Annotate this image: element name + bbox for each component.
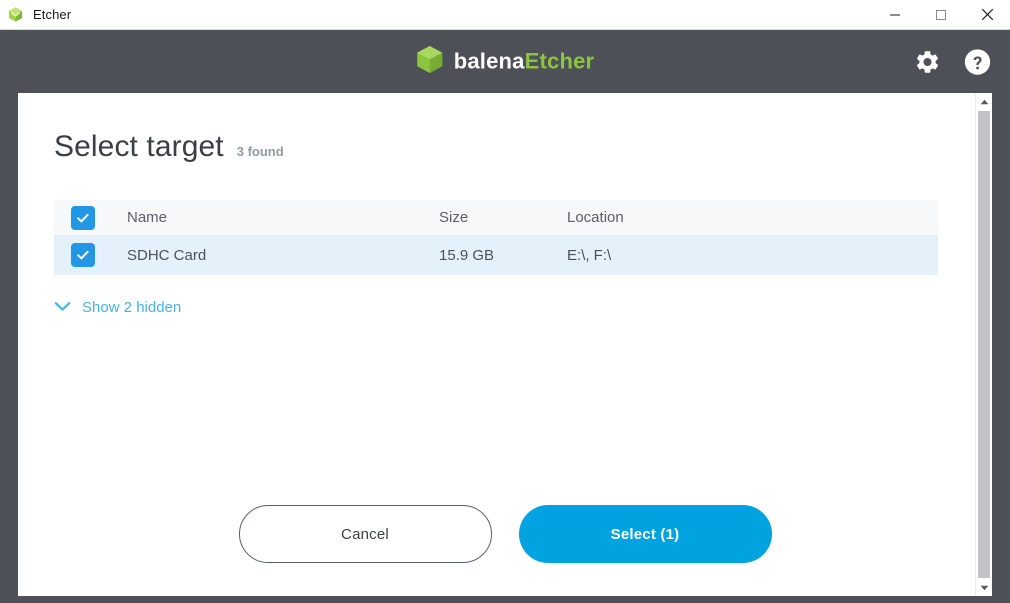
etcher-window: Etcher [0,0,1010,603]
row-location: E:\, F:\ [567,247,938,264]
brand-name-secondary: Etcher [525,49,595,74]
titlebar-left-group: Etcher [0,0,872,29]
minimize-button[interactable] [872,0,918,30]
window-titlebar: Etcher [0,0,1010,30]
check-icon [76,248,90,262]
settings-button[interactable] [914,48,941,75]
table-row[interactable]: SDHC Card 15.9 GB E:\, F:\ [54,235,938,275]
brand-text: balenaEtcher [454,51,595,73]
close-button[interactable] [964,0,1010,30]
etcher-cube-icon [7,6,24,23]
scrollbar-thumb[interactable] [978,111,990,578]
gear-icon [914,48,941,75]
row-size: 15.9 GB [439,247,567,264]
window-title: Etcher [33,7,71,22]
column-header-name: Name [127,209,439,226]
show-hidden-toggle[interactable]: Show 2 hidden [54,299,181,316]
close-icon [981,8,994,21]
show-hidden-label: Show 2 hidden [82,299,181,316]
page-title: Select target [54,130,224,164]
help-button[interactable] [963,47,992,76]
column-header-size: Size [439,209,567,226]
header-actions [914,47,992,76]
balena-cube-icon [416,44,444,79]
scrollbar-down-button[interactable] [976,579,992,596]
question-circle-icon [963,47,992,76]
cancel-button[interactable]: Cancel [239,505,492,563]
maximize-icon [935,9,947,21]
app-header: balenaEtcher [0,30,1010,93]
chevron-down-icon [54,300,71,315]
scrollbar-track[interactable] [976,110,992,579]
page-title-row: Select target 3 found [54,130,284,164]
column-header-location: Location [567,209,938,226]
select-button[interactable]: Select (1) [519,505,772,563]
select-all-checkbox[interactable] [71,206,95,230]
target-drive-table: Name Size Location SDHC Card 15.9 GB [54,200,938,275]
caret-up-icon [980,99,989,105]
brand-name-primary: balena [454,49,525,74]
card-content: Select target 3 found Name Size Location [18,93,992,596]
window-controls [872,0,1010,30]
scrollbar-up-button[interactable] [976,93,992,110]
caret-down-icon [980,585,989,591]
target-selection-card: Select target 3 found Name Size Location [18,93,992,596]
footer-button-group: Cancel Select (1) [18,505,992,563]
select-all-cell [71,206,127,230]
table-header-row: Name Size Location [54,200,938,235]
brand-logo: balenaEtcher [416,44,595,79]
minimize-icon [889,9,901,21]
check-icon [76,211,90,225]
row-select-cell [71,243,127,267]
found-count-label: 3 found [237,144,284,159]
row-name: SDHC Card [127,247,439,264]
maximize-button[interactable] [918,0,964,30]
card-scrollbar[interactable] [975,93,992,596]
row-checkbox[interactable] [71,243,95,267]
